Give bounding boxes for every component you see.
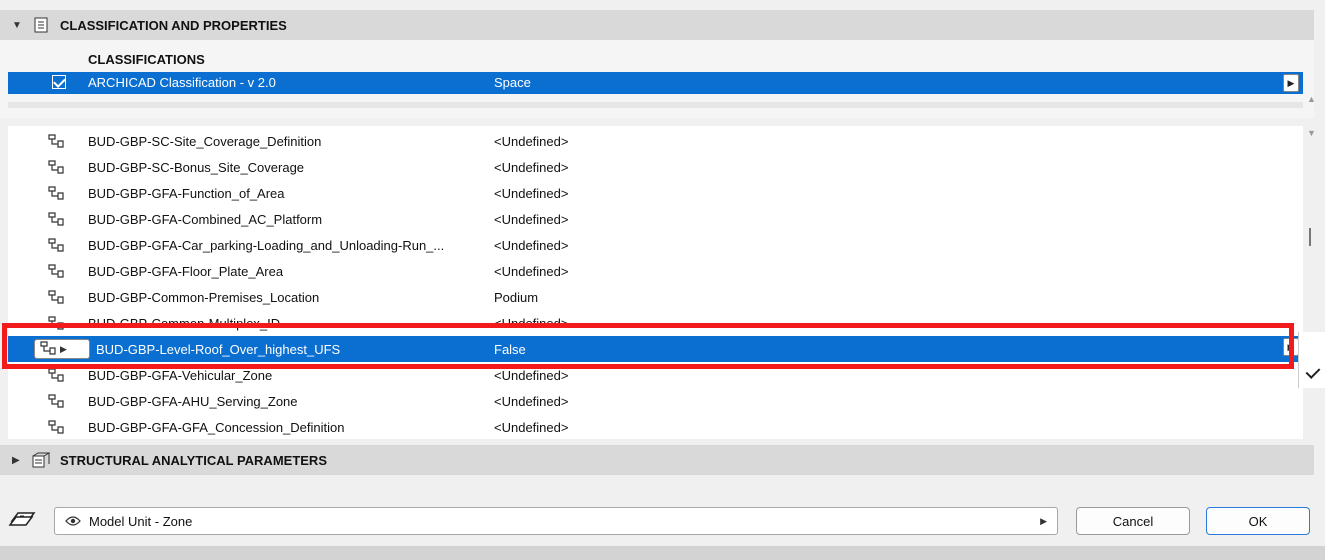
property-value[interactable]: <Undefined> — [494, 264, 568, 279]
property-value[interactable]: <Undefined> — [494, 186, 568, 201]
property-row[interactable]: BUD-GBP-SC-Site_Coverage_Definition <Unde… — [8, 128, 1303, 154]
property-row-selected[interactable]: ▶ BUD-GBP-Level-Roof_Over_highest_UFS Fals… — [8, 336, 1303, 362]
eye-icon — [65, 515, 81, 527]
property-icon — [40, 340, 56, 358]
property-name: BUD-GBP-Level-Roof_Over_highest_UFS — [96, 342, 341, 357]
property-row[interactable]: BUD-GBP-Common-Premises_Location Podium — [8, 284, 1303, 310]
classifications-label: CLASSIFICATIONS — [88, 52, 205, 67]
property-value[interactable]: Podium — [494, 290, 538, 305]
divider — [8, 102, 1303, 108]
property-value[interactable]: <Undefined> — [494, 316, 568, 331]
properties-list: BUD-GBP-SC-Site_Coverage_Definition <Unde… — [8, 126, 1303, 439]
property-value[interactable]: <Undefined> — [494, 394, 568, 409]
classification-row[interactable]: ARCHICAD Classification - v 2.0 Space ▶ — [8, 72, 1303, 94]
property-icon — [48, 316, 64, 330]
property-name: BUD-GBP-GFA-AHU_Serving_Zone — [88, 394, 298, 409]
section-title: CLASSIFICATION AND PROPERTIES — [60, 17, 287, 33]
property-row[interactable]: BUD-GBP-Common-Multiplex_ID <Undefined> — [8, 310, 1303, 336]
layers-icon[interactable] — [8, 507, 36, 529]
checkmark-icon — [1305, 364, 1321, 379]
property-name: BUD-GBP-SC-Site_Coverage_Definition — [88, 134, 322, 149]
property-row[interactable]: BUD-GBP-SC-Bonus_Site_Coverage <Undefined… — [8, 154, 1303, 180]
property-icon — [48, 420, 64, 434]
dialog-footer: Model Unit - Zone ▶ Cancel OK — [0, 500, 1325, 546]
section-title: STRUCTURAL ANALYTICAL PARAMETERS — [60, 452, 327, 468]
property-value[interactable]: False — [494, 342, 526, 357]
property-icon — [48, 238, 64, 252]
property-name: BUD-GBP-Common-Premises_Location — [88, 290, 320, 305]
status-strip — [0, 546, 1325, 560]
cancel-button[interactable]: Cancel — [1076, 507, 1190, 535]
chevron-down-icon[interactable]: ▼ — [12, 20, 22, 31]
chevron-right-icon[interactable]: ▶ — [60, 344, 67, 355]
property-icon — [48, 160, 64, 174]
property-icon — [48, 186, 64, 200]
structural-icon — [32, 451, 50, 469]
property-row[interactable]: BUD-GBP-GFA-Function_of_Area <Undefined> — [8, 180, 1303, 206]
property-value[interactable]: <Undefined> — [494, 160, 568, 175]
chevron-right-icon: ▶ — [1040, 516, 1047, 526]
property-name: BUD-GBP-GFA-Car_parking-Loading_and_Unlo… — [88, 238, 445, 253]
structural-parameters-header[interactable]: ▶ STRUCTURAL ANALYTICAL PARAMETERS — [0, 445, 1314, 475]
chevron-right-icon[interactable]: ▶ — [12, 455, 22, 466]
scrollbar-thumb[interactable] — [1309, 228, 1311, 246]
property-value[interactable]: <Undefined> — [494, 368, 568, 383]
value-popup[interactable] — [1298, 332, 1325, 388]
document-icon — [32, 16, 50, 34]
classifications-panel: CLASSIFICATIONS ARCHICAD Classification … — [0, 40, 1316, 138]
property-name: BUD-GBP-GFA-Combined_AC_Platform — [88, 212, 323, 227]
scroll-up-icon[interactable]: ▲ — [1307, 94, 1316, 104]
property-expand-widget[interactable]: ▶ — [34, 339, 90, 359]
classification-name: ARCHICAD Classification - v 2.0 — [88, 75, 276, 90]
classification-value[interactable]: Space — [494, 75, 531, 90]
property-icon — [48, 212, 64, 226]
property-name: BUD-GBP-GFA-GFA_Concession_Definition — [88, 420, 345, 435]
property-value[interactable]: <Undefined> — [494, 212, 568, 227]
scroll-down-icon[interactable]: ▼ — [1307, 128, 1316, 138]
property-name: BUD-GBP-GFA-Floor_Plate_Area — [88, 264, 284, 279]
property-name: BUD-GBP-Common-Multiplex_ID — [88, 316, 281, 331]
property-value[interactable]: <Undefined> — [494, 420, 568, 435]
property-name: BUD-GBP-GFA-Function_of_Area — [88, 186, 285, 201]
ok-button[interactable]: OK — [1206, 507, 1310, 535]
property-icon — [48, 134, 64, 148]
property-name: BUD-GBP-SC-Bonus_Site_Coverage — [88, 160, 305, 175]
property-row[interactable]: BUD-GBP-GFA-GFA_Concession_Definition <Un… — [8, 414, 1303, 439]
property-row[interactable]: BUD-GBP-GFA-Vehicular_Zone <Undefined> — [8, 362, 1303, 388]
property-icon — [48, 394, 64, 408]
checkbox-icon[interactable] — [52, 75, 66, 89]
property-row[interactable]: BUD-GBP-GFA-Floor_Plate_Area <Undefined> — [8, 258, 1303, 284]
property-icon — [48, 368, 64, 382]
property-row[interactable]: BUD-GBP-GFA-Car_parking-Loading_and_Unlo… — [8, 232, 1303, 258]
property-icon — [48, 290, 64, 304]
property-row[interactable]: BUD-GBP-GFA-AHU_Serving_Zone <Undefined> — [8, 388, 1303, 414]
property-name: BUD-GBP-GFA-Vehicular_Zone — [88, 368, 273, 383]
property-row[interactable]: BUD-GBP-GFA-Combined_AC_Platform <Undefin… — [8, 206, 1303, 232]
property-value[interactable]: <Undefined> — [494, 134, 568, 149]
classification-properties-header[interactable]: ▼ CLASSIFICATION AND PROPERTIES — [0, 10, 1314, 40]
view-dropdown-label: Model Unit - Zone — [89, 513, 193, 529]
view-dropdown[interactable]: Model Unit - Zone ▶ — [54, 507, 1058, 535]
chevron-right-icon[interactable]: ▶ — [1283, 338, 1299, 356]
chevron-right-icon[interactable]: ▶ — [1283, 74, 1299, 92]
property-value[interactable]: <Undefined> — [494, 238, 568, 253]
property-icon — [48, 264, 64, 278]
